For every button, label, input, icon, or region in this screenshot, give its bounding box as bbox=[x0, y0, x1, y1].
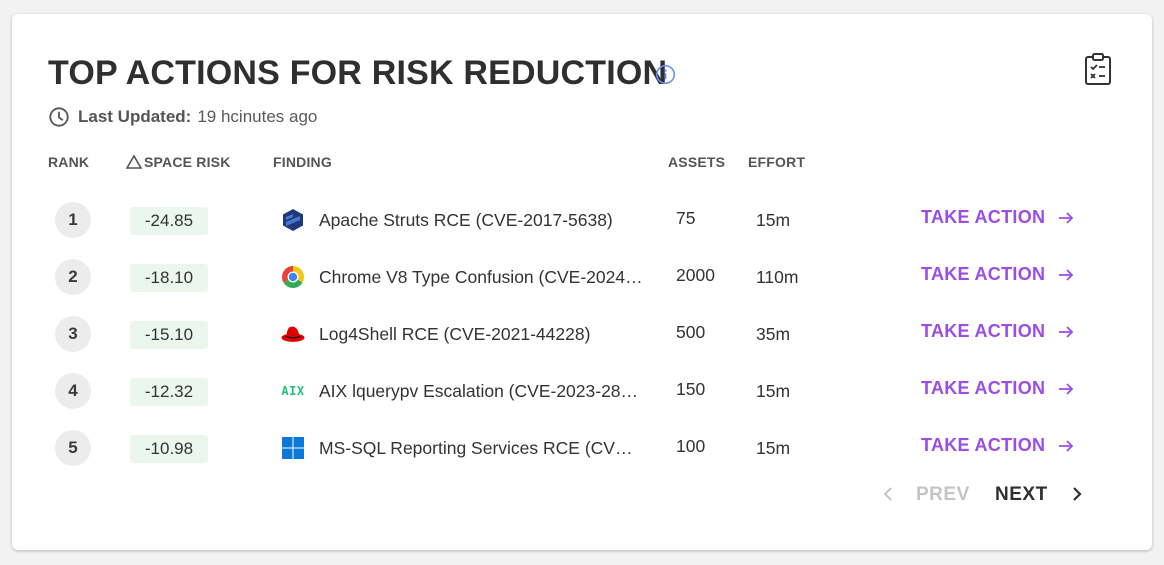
space-risk-value: -24.85 bbox=[130, 207, 208, 235]
finding-name: Chrome V8 Type Confusion (CVE-2024-5274) bbox=[319, 267, 644, 287]
effort-value: 15m bbox=[756, 381, 791, 401]
risk-reduction-card: TOP ACTIONS FOR RISK REDUCTION Last Upda… bbox=[12, 14, 1152, 550]
column-header-space-risk: SPACE RISK bbox=[125, 154, 231, 170]
chevron-right-icon[interactable] bbox=[1069, 486, 1085, 502]
effort-value: 15m bbox=[756, 438, 791, 458]
arrow-right-icon bbox=[1059, 211, 1074, 224]
finding-name: AIX lquerypv Escalation (CVE-2023-28528) bbox=[319, 381, 644, 401]
last-updated-value: 19 hcinutes ago bbox=[197, 107, 318, 126]
take-action-label: TAKE ACTION bbox=[921, 321, 1046, 341]
effort-value: 15m bbox=[756, 210, 791, 230]
arrow-right-icon bbox=[1059, 325, 1074, 338]
windows-icon bbox=[281, 436, 305, 460]
chevron-left-icon[interactable] bbox=[880, 486, 896, 502]
arrow-right-icon bbox=[1059, 268, 1074, 281]
rank-badge: 1 bbox=[55, 202, 91, 238]
take-action-label: TAKE ACTION bbox=[921, 435, 1046, 455]
column-header-rank: RANK bbox=[48, 154, 90, 170]
clipboard-checklist-icon[interactable] bbox=[1084, 52, 1112, 86]
assets-count: 100 bbox=[676, 436, 706, 456]
assets-count: 2000 bbox=[676, 265, 715, 285]
apache-struts-icon bbox=[281, 208, 305, 232]
last-updated: Last Updated: 19 hcinutes ago bbox=[48, 106, 317, 128]
table-row: 1 -24.85 Apache Struts RCE (CVE-2017-563… bbox=[12, 198, 1152, 242]
space-risk-value: -15.10 bbox=[130, 321, 208, 349]
take-action-button[interactable]: TAKE ACTION bbox=[921, 264, 1075, 285]
table-row: 2 -18.10 Chrome V8 Type Confusion (CVE-2… bbox=[12, 255, 1152, 299]
effort-value: 35m bbox=[756, 324, 791, 344]
table-row: 3 -15.10 Log4Shell RCE (CVE-2021-44228) … bbox=[12, 312, 1152, 356]
delta-icon bbox=[125, 154, 143, 169]
aix-icon: AIX bbox=[281, 379, 305, 403]
prev-button[interactable]: PREV bbox=[916, 484, 970, 506]
assets-count: 150 bbox=[676, 379, 706, 399]
rank-badge: 5 bbox=[55, 430, 91, 466]
finding-name: MS-SQL Reporting Services RCE (CVE-2020-… bbox=[319, 438, 644, 458]
column-header-assets: ASSETS bbox=[668, 154, 726, 170]
last-updated-label: Last Updated: bbox=[78, 107, 192, 126]
rank-badge: 3 bbox=[55, 316, 91, 352]
rank-badge: 4 bbox=[55, 373, 91, 409]
clock-icon bbox=[49, 107, 69, 127]
take-action-label: TAKE ACTION bbox=[921, 378, 1046, 398]
space-risk-value: -10.98 bbox=[130, 435, 208, 463]
take-action-button[interactable]: TAKE ACTION bbox=[921, 378, 1075, 399]
effort-value: 110m bbox=[756, 267, 799, 287]
assets-count: 75 bbox=[676, 208, 696, 228]
column-header-finding: FINDING bbox=[273, 154, 332, 170]
take-action-label: TAKE ACTION bbox=[921, 207, 1046, 227]
redhat-icon bbox=[281, 322, 305, 346]
take-action-button[interactable]: TAKE ACTION bbox=[921, 207, 1075, 228]
take-action-button[interactable]: TAKE ACTION bbox=[921, 435, 1075, 456]
table-row: 4 -12.32 AIX AIX lquerypv Escalation (CV… bbox=[12, 369, 1152, 413]
column-header-space-risk-label: SPACE RISK bbox=[144, 154, 231, 170]
arrow-right-icon bbox=[1059, 439, 1074, 452]
take-action-button[interactable]: TAKE ACTION bbox=[921, 321, 1075, 342]
chrome-icon bbox=[281, 265, 305, 289]
aix-logo-text: AIX bbox=[281, 384, 305, 398]
table-row: 5 -10.98 MS-SQL Reporting Services RCE (… bbox=[12, 426, 1152, 470]
card-title: TOP ACTIONS FOR RISK REDUCTION bbox=[48, 54, 668, 92]
space-risk-value: -12.32 bbox=[130, 378, 208, 406]
take-action-label: TAKE ACTION bbox=[921, 264, 1046, 284]
next-button[interactable]: NEXT bbox=[995, 484, 1048, 506]
assets-count: 500 bbox=[676, 322, 706, 342]
column-header-effort: EFFORT bbox=[748, 154, 806, 170]
info-icon[interactable] bbox=[655, 64, 676, 85]
arrow-right-icon bbox=[1059, 382, 1074, 395]
finding-name: Log4Shell RCE (CVE-2021-44228) bbox=[319, 324, 591, 344]
space-risk-value: -18.10 bbox=[130, 264, 208, 292]
finding-name: Apache Struts RCE (CVE-2017-5638) bbox=[319, 210, 613, 230]
rank-badge: 2 bbox=[55, 259, 91, 295]
